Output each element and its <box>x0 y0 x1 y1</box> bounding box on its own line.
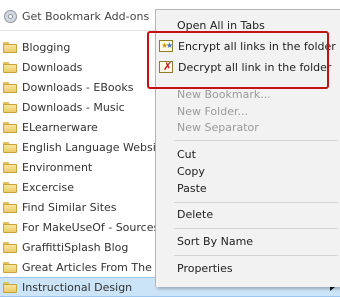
folder-icon <box>3 221 17 233</box>
new-folder-label: New Folder... <box>177 105 248 118</box>
folder-label: ELearnerware <box>22 120 98 134</box>
get-bookmark-add-ons-item[interactable]: Get Bookmark Add-ons <box>4 8 149 24</box>
new-separator-item[interactable]: New Separator <box>177 119 259 137</box>
delete-item[interactable]: Delete <box>177 206 213 224</box>
folder-label: Downloads - Music <box>22 100 125 114</box>
paste-label: Paste <box>177 182 207 195</box>
folder-icon <box>3 101 17 113</box>
folder-label: GraffittiSplash Blog <box>22 240 129 254</box>
folder-icon <box>3 161 17 173</box>
delete-label: Delete <box>177 208 214 221</box>
folder-icon <box>3 61 17 73</box>
folder-icon <box>3 181 17 193</box>
get-bookmark-add-ons-label: Get Bookmark Add-ons <box>22 9 150 23</box>
menu-separator <box>174 255 338 256</box>
properties-item[interactable]: Properties <box>177 260 233 278</box>
folder-label: Downloads - EBooks <box>22 80 134 94</box>
paste-item[interactable]: Paste <box>177 180 207 198</box>
folder-icon <box>3 141 17 153</box>
folder-label: Blogging <box>22 40 71 54</box>
properties-label: Properties <box>177 262 233 275</box>
sort-by-name-item[interactable]: Sort By Name <box>177 233 253 251</box>
menu-separator <box>174 202 338 203</box>
copy-label: Copy <box>177 165 205 178</box>
add-ons-gear-icon <box>4 9 17 23</box>
new-bookmark-label: New Bookmark... <box>177 88 271 101</box>
folder-label: English Language Websites <box>22 140 173 154</box>
folder-label: Instructional Design <box>22 280 133 294</box>
folder-label: For MakeUseOf - Sources <box>22 220 160 234</box>
cut-label: Cut <box>177 148 196 161</box>
annotation-highlight-box <box>147 31 329 89</box>
folder-icon <box>3 41 17 53</box>
folder-label: Environment <box>22 160 93 174</box>
folder-label: Find Similar Sites <box>22 200 117 214</box>
folder-label: Excercise <box>22 180 74 194</box>
menu-separator <box>174 140 338 141</box>
folder-icon <box>3 121 17 133</box>
folder-icon <box>3 241 17 253</box>
sort-by-name-label: Sort By Name <box>177 235 254 248</box>
cut-item[interactable]: Cut <box>177 146 196 164</box>
folder-icon <box>3 81 17 93</box>
folder-label: Downloads <box>22 60 83 74</box>
menu-separator <box>174 228 338 229</box>
new-separator-label: New Separator <box>177 121 259 134</box>
folder-icon <box>3 201 17 213</box>
copy-item[interactable]: Copy <box>177 163 205 181</box>
folder-icon <box>3 261 17 273</box>
folder-icon <box>3 281 17 293</box>
